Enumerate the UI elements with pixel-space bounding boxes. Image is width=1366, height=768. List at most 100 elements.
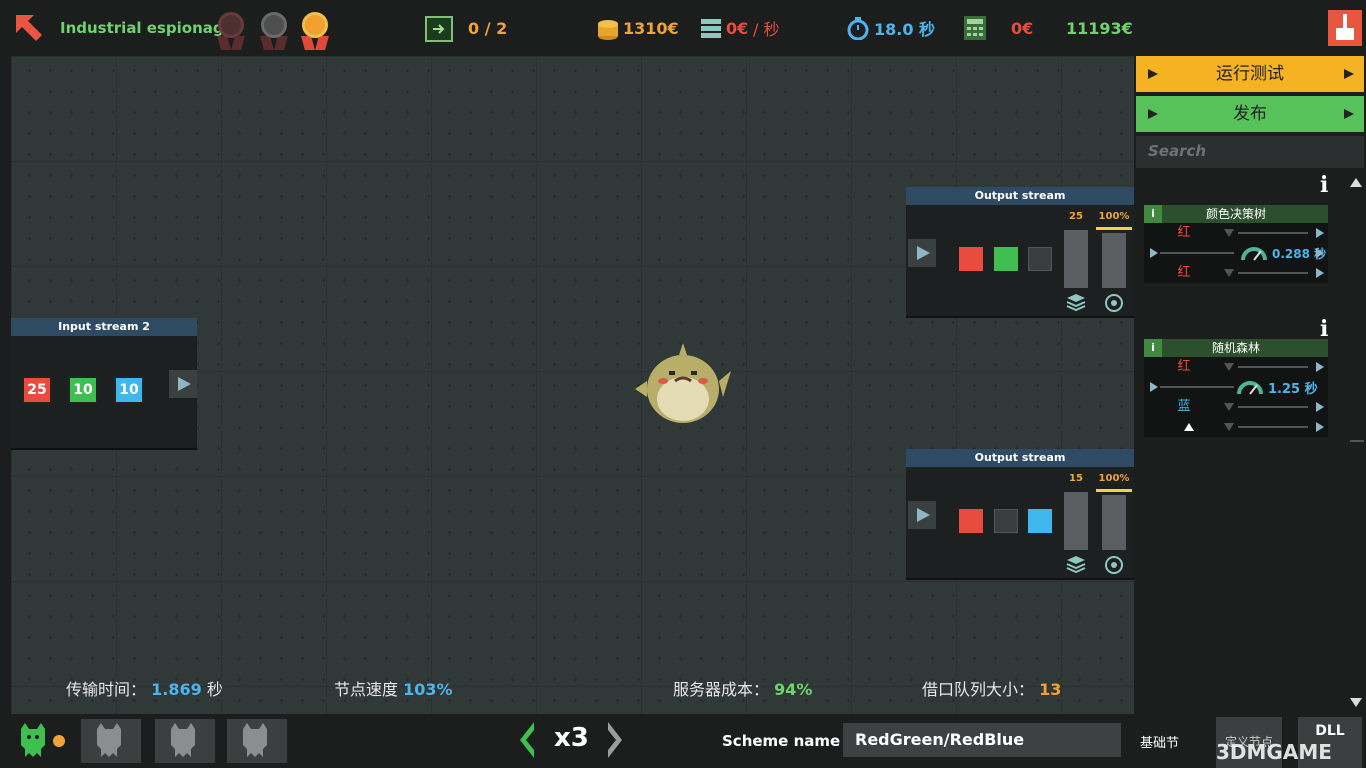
exit-door-icon: [425, 16, 453, 42]
percent-bar: [1102, 233, 1126, 288]
library-node-random-forest[interactable]: i 随机森林 红 1.25 秒 蓝: [1144, 339, 1328, 437]
output-count: 15: [1069, 473, 1083, 484]
stopwatch-icon: [847, 0, 871, 56]
mascot-bird-character: [633, 341, 733, 431]
node-library-panel: 运行测试 发布 Search i i 颜色决策树 红 0.288 秒 红 i i…: [1134, 56, 1366, 768]
dropdown-arrow-icon[interactable]: [1224, 363, 1234, 371]
library-input-row: 红: [1144, 223, 1328, 243]
transfer-time-stat: 传输时间： 1.869 秒: [66, 676, 223, 700]
back-arrow-icon[interactable]: [12, 0, 52, 56]
library-scrollbar[interactable]: [1348, 174, 1364, 714]
input-value-blue: 10: [114, 376, 144, 404]
library-input-row: 红: [1144, 263, 1328, 283]
publish-label: 发布: [1233, 104, 1267, 124]
node-canvas[interactable]: Input stream 2 25 10 10 Output stream 25…: [11, 56, 1134, 714]
output-port-icon[interactable]: [1316, 422, 1324, 432]
output-port-icon[interactable]: [1316, 402, 1324, 412]
library-middle-row: 1.25 秒: [1144, 377, 1328, 397]
output-stream-node[interactable]: Output stream 15 100%: [906, 449, 1134, 580]
output-port-icon[interactable]: [1316, 268, 1324, 278]
node-speed-label: 节点速度: [334, 680, 399, 699]
transfer-time-unit: 秒: [206, 680, 223, 699]
player-slot-empty[interactable]: [155, 719, 215, 763]
info-icon[interactable]: i: [1320, 172, 1328, 198]
budget-value: 0€: [1011, 18, 1034, 38]
layers-icon: [1066, 555, 1086, 577]
dropdown-arrow-icon[interactable]: [1224, 269, 1234, 277]
server-rack-icon: [700, 0, 724, 56]
scheme-name-label: Scheme name :: [722, 732, 852, 750]
add-input-icon[interactable]: [1184, 423, 1194, 431]
library-node-title: 随机森林: [1211, 341, 1260, 355]
calculator-icon: [963, 0, 989, 56]
server-cost-value: 94%: [774, 680, 813, 699]
progress-count: 0 / 2: [468, 18, 508, 38]
player-slot-empty[interactable]: [227, 719, 287, 763]
cost-rate-value: 0€: [726, 18, 749, 38]
input-value-red: 25: [22, 376, 52, 404]
input-port-play-icon[interactable]: [908, 239, 936, 267]
player-slot-active[interactable]: [11, 719, 71, 763]
watermark: 3DMGAME: [1216, 740, 1332, 764]
input-port-icon[interactable]: [1150, 382, 1158, 392]
library-middle-row: 0.288 秒: [1144, 243, 1328, 263]
tab-basic-nodes[interactable]: 基础节: [1140, 732, 1179, 751]
game-screen: Industrial espionage 0 / 2 1310€ 0€ / 秒 …: [0, 0, 1366, 768]
input-color-label: 红: [1177, 265, 1191, 280]
output-stream-title: Output stream: [906, 187, 1134, 205]
queue-size-label: 借口队列大小：: [922, 680, 1035, 699]
library-node-decision-tree[interactable]: i 颜色决策树 红 0.288 秒 红: [1144, 205, 1328, 283]
output-stream-title: Output stream: [906, 449, 1134, 467]
transfer-time-value: 1.869: [151, 680, 202, 699]
input-port-play-icon[interactable]: [908, 501, 936, 529]
expected-green-square: [994, 247, 1018, 271]
output-port-icon[interactable]: [1316, 228, 1324, 238]
run-test-label: 运行测试: [1216, 64, 1284, 84]
output-percent: 100%: [1098, 473, 1130, 484]
speed-decrease-icon[interactable]: [516, 720, 538, 764]
output-port-icon[interactable]: [1316, 362, 1324, 372]
queue-size-value: 13: [1039, 680, 1062, 699]
coins-value: 1310€: [623, 18, 679, 38]
processing-time: 1.25 秒: [1268, 382, 1318, 397]
output-count: 25: [1069, 211, 1083, 222]
input-color-label: 红: [1177, 225, 1191, 240]
input-stream-node[interactable]: Input stream 2 25 10 10: [11, 318, 197, 450]
speed-increase-icon[interactable]: [604, 720, 626, 764]
output-stream-node[interactable]: Output stream 25 100%: [906, 187, 1134, 318]
total-value: 11193€: [1066, 18, 1133, 38]
target-icon: [1104, 293, 1124, 317]
output-port-icon[interactable]: [1316, 248, 1324, 258]
scroll-up-icon[interactable]: [1350, 178, 1362, 187]
bottom-bar: x3 Scheme name : RedGreen/RedBlue: [0, 714, 1134, 768]
target-icon: [1104, 555, 1124, 579]
library-input-row: 蓝: [1144, 397, 1328, 417]
layers-icon: [1066, 293, 1086, 315]
library-add-row: [1144, 417, 1328, 437]
speed-gauge-icon: [1240, 245, 1268, 265]
node-speed-stat: 节点速度 103%: [334, 676, 453, 700]
search-input[interactable]: Search: [1136, 136, 1364, 168]
broom-icon[interactable]: [1328, 10, 1362, 46]
dropdown-arrow-icon[interactable]: [1224, 229, 1234, 237]
dropdown-arrow-icon[interactable]: [1224, 403, 1234, 411]
cost-rate-unit: / 秒: [753, 20, 780, 39]
scheme-name-input[interactable]: RedGreen/RedBlue: [843, 723, 1121, 757]
output-port-play-icon[interactable]: [169, 370, 197, 398]
player-slot-empty[interactable]: [81, 719, 141, 763]
medal-silver-locked-icon: [256, 10, 292, 50]
input-port-icon[interactable]: [1150, 248, 1158, 258]
output-percent: 100%: [1098, 211, 1130, 222]
run-test-button[interactable]: 运行测试: [1136, 56, 1364, 92]
scroll-down-icon[interactable]: [1350, 698, 1362, 707]
node-speed-value: 103%: [403, 680, 453, 699]
queue-size-stat: 借口队列大小： 13: [922, 676, 1061, 700]
publish-button[interactable]: 发布: [1136, 96, 1364, 132]
input-color-label: 蓝: [1177, 399, 1191, 414]
input-stream-title: Input stream 2: [11, 318, 197, 336]
coins-icon: [596, 0, 622, 56]
scroll-thumb[interactable]: [1350, 440, 1364, 442]
percent-indicator: [1096, 227, 1132, 230]
percent-indicator: [1096, 489, 1132, 492]
dropdown-arrow-icon[interactable]: [1224, 423, 1234, 431]
